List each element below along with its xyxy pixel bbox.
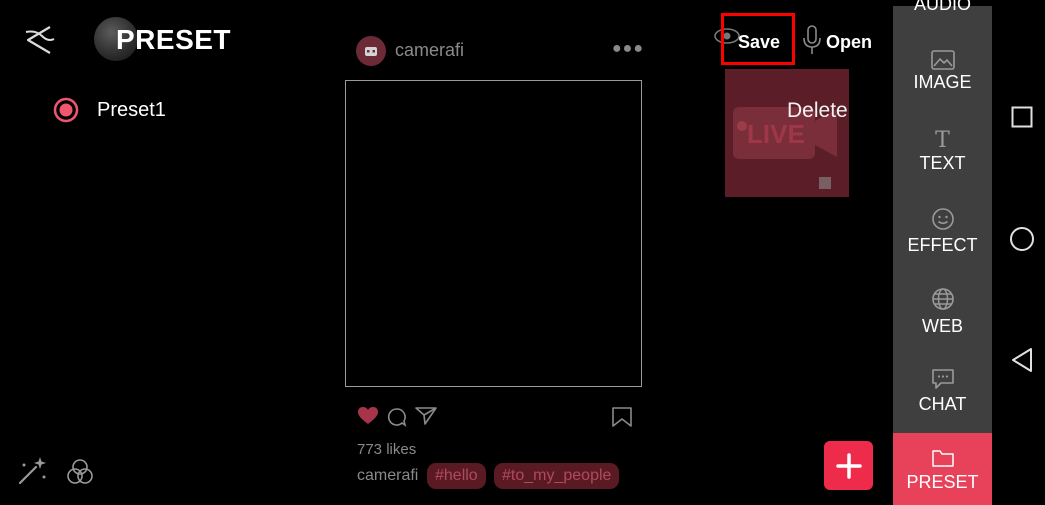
post-image-frame (345, 80, 642, 387)
color-filter-icon[interactable] (66, 458, 94, 491)
hashtag-chip[interactable]: #to_my_people (494, 463, 620, 489)
effect-icon (893, 207, 992, 231)
svg-text:LIVE: LIVE (747, 119, 805, 149)
recent-apps-icon[interactable] (1011, 106, 1033, 133)
nav-back-icon[interactable] (1010, 347, 1034, 378)
side-menu: AUDIO IMAGE T TEXT EFFECT WEB CHAT PRESE… (893, 0, 992, 505)
menu-item-chat[interactable]: CHAT (893, 394, 992, 415)
chat-icon (893, 368, 992, 390)
magic-wand-icon[interactable] (16, 453, 50, 492)
plus-icon (835, 452, 862, 479)
send-icon[interactable] (415, 406, 437, 431)
hashtag-chip[interactable]: #hello (427, 463, 486, 489)
page-title: PRESET (116, 24, 232, 55)
web-icon (893, 287, 992, 311)
open-button[interactable]: Open (826, 32, 872, 53)
radio-selected-icon (53, 97, 79, 123)
menu-item-web[interactable]: WEB (893, 316, 992, 337)
save-highlight-box (721, 13, 795, 65)
menu-item-effect[interactable]: EFFECT (893, 235, 992, 256)
preset-item-label[interactable]: Preset1 (97, 99, 166, 122)
delete-button[interactable]: Delete (787, 99, 848, 123)
post-username: camerafi (395, 40, 465, 60)
menu-item-text[interactable]: TEXT (893, 153, 992, 174)
post-avatar (356, 36, 386, 66)
heart-icon[interactable] (357, 406, 379, 431)
back-arrow-icon (25, 26, 55, 54)
robot-icon (365, 47, 377, 56)
comment-icon[interactable] (387, 407, 407, 432)
live-camera-icon: LIVE (733, 107, 837, 189)
more-options-icon[interactable]: ●●● (612, 40, 644, 58)
caption-username: camerafi (357, 467, 419, 484)
mic-icon (800, 25, 824, 60)
menu-item-preset-label: PRESET (906, 472, 979, 492)
preset-radio-button[interactable] (53, 97, 79, 123)
text-icon: T (935, 128, 950, 153)
back-button[interactable] (20, 22, 60, 58)
preset-thumbnail[interactable]: LIVE (725, 69, 849, 197)
add-button[interactable] (824, 441, 873, 490)
menu-item-image[interactable]: IMAGE (893, 72, 992, 93)
image-icon (893, 50, 992, 70)
folder-icon (893, 449, 992, 467)
bookmark-icon[interactable] (611, 406, 633, 433)
menu-item-preset-active[interactable]: PRESET (893, 433, 992, 505)
likes-count: 773 likes (357, 441, 417, 458)
menu-item-audio[interactable]: AUDIO (893, 0, 992, 15)
home-icon[interactable] (1009, 226, 1035, 257)
